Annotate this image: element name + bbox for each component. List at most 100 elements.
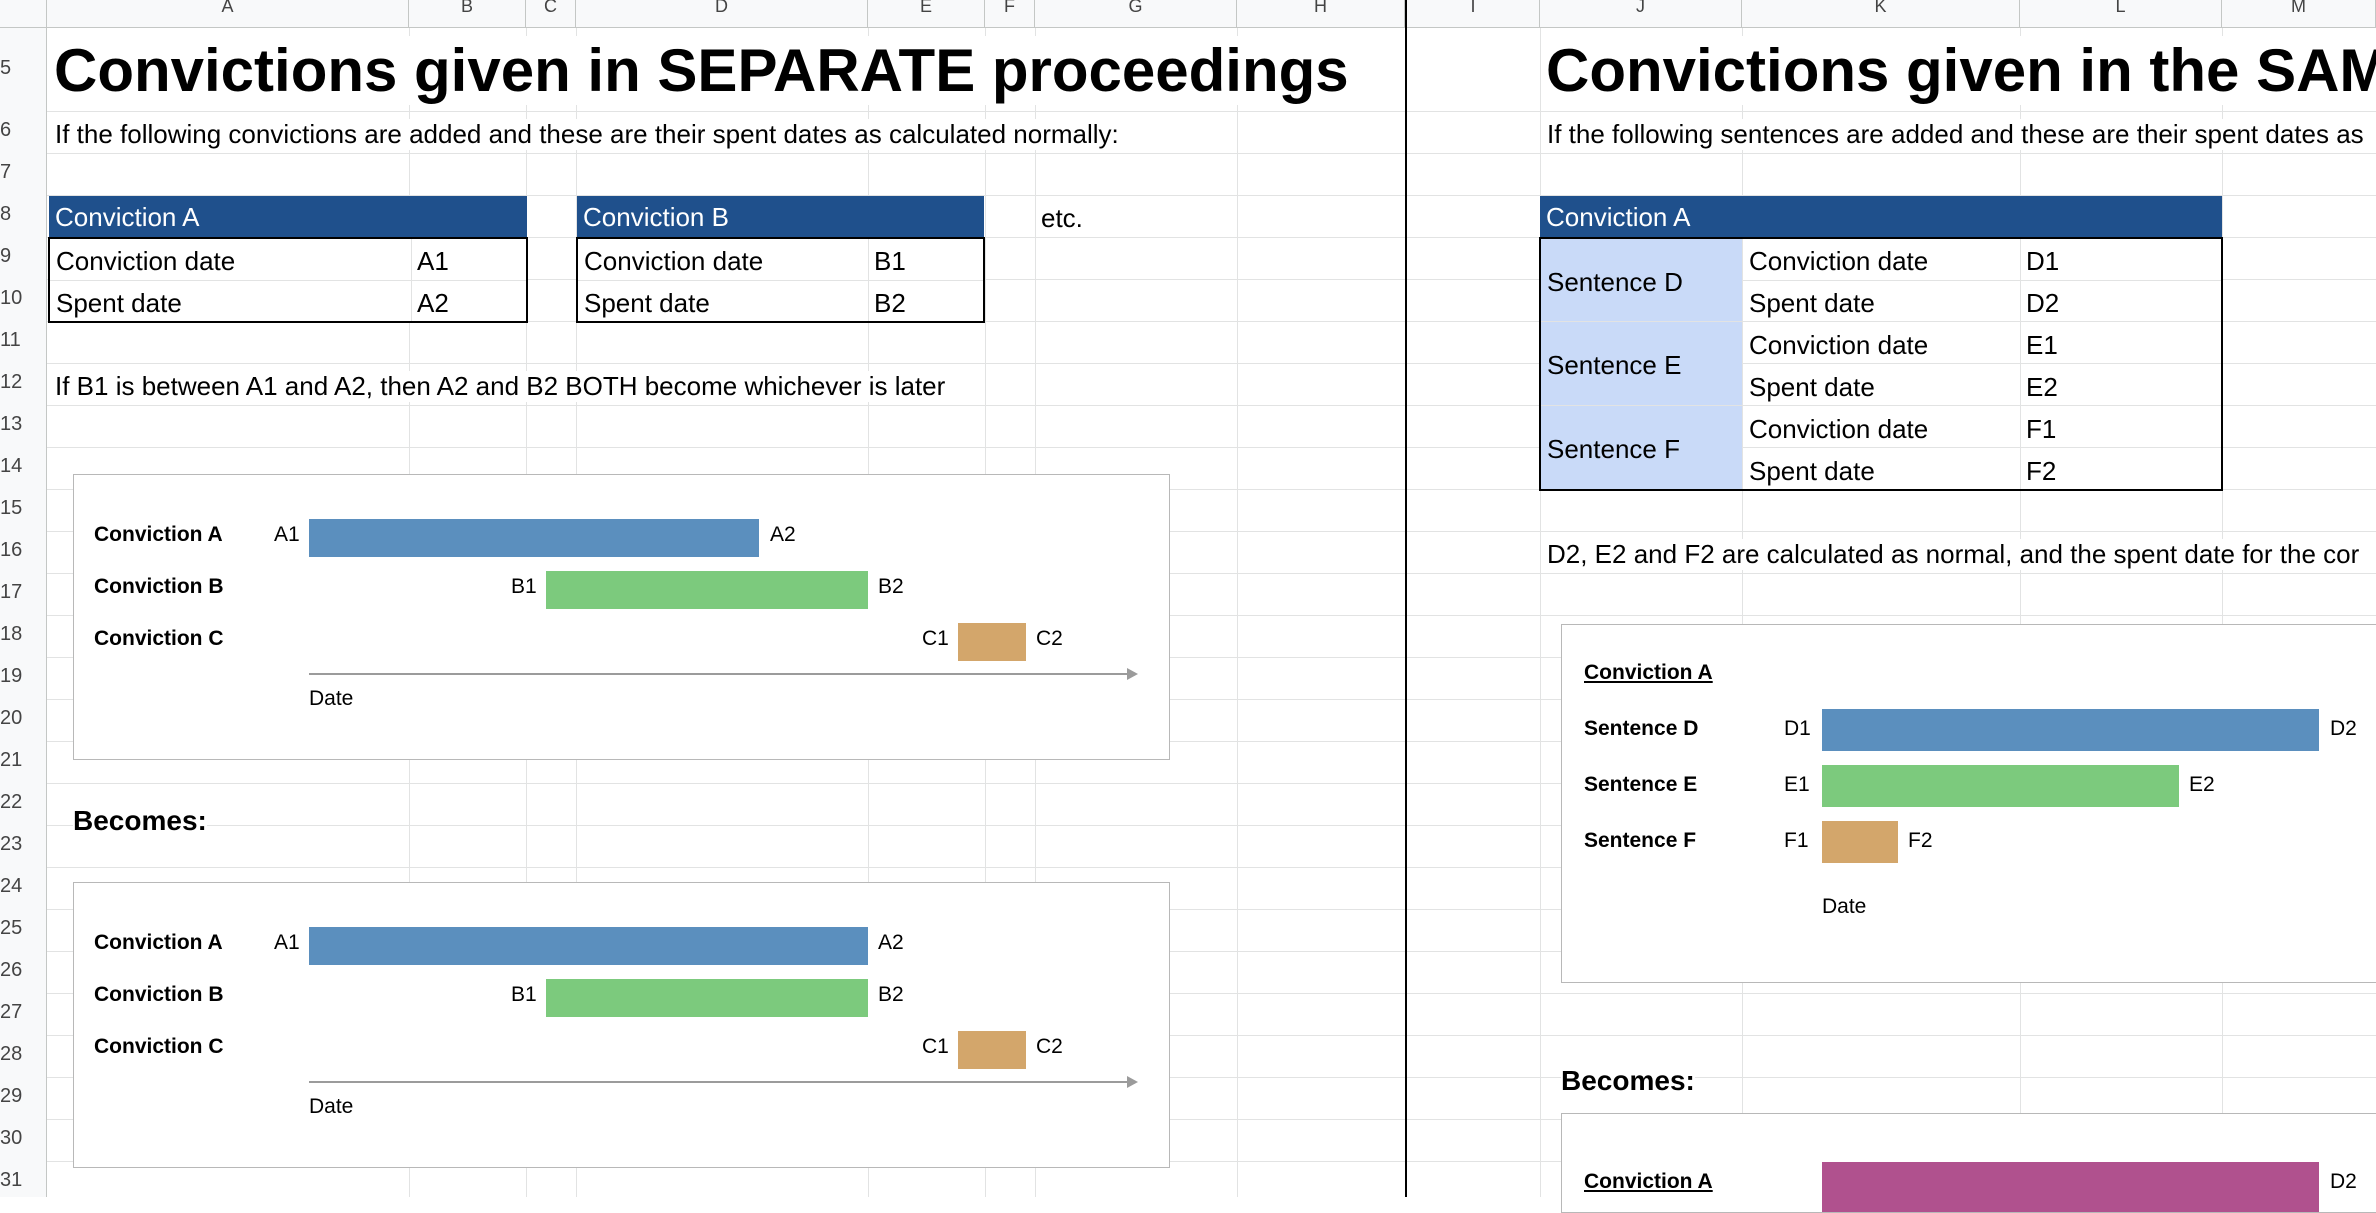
column-header-bar: A B C D E F G H I J K L M xyxy=(0,0,2376,28)
row-header[interactable]: 12 xyxy=(0,371,46,394)
table-cell[interactable]: D2 xyxy=(2026,288,2059,319)
table-cell[interactable]: Conviction date xyxy=(1749,246,1928,277)
column-header-j[interactable]: J xyxy=(1540,0,1742,27)
row-header[interactable]: 30 xyxy=(0,1127,46,1150)
sentence-timeline-chart[interactable]: Conviction A Sentence D D1 D2 Sentence E… xyxy=(1561,624,2376,983)
table-cell[interactable]: F2 xyxy=(2026,456,2056,487)
row-header[interactable]: 6 xyxy=(0,119,46,142)
row-header[interactable]: 10 xyxy=(0,287,46,310)
column-header-h[interactable]: H xyxy=(1237,0,1405,27)
timeline-chart-after[interactable]: Conviction A A1 A2 Conviction B B1 B2 Co… xyxy=(73,882,1170,1168)
column-header-a[interactable]: A xyxy=(47,0,409,27)
end-label: C2 xyxy=(1036,627,1063,650)
end-label: F2 xyxy=(1908,829,1933,852)
table-a-cell[interactable]: Spent date xyxy=(56,288,182,319)
table-b-cell[interactable]: B2 xyxy=(874,288,906,319)
table-a-cell[interactable]: Conviction date xyxy=(56,246,235,277)
row-header[interactable]: 8 xyxy=(0,203,46,226)
row-header[interactable]: 18 xyxy=(0,623,46,646)
sentence-d-cell[interactable]: Sentence D xyxy=(1541,239,1742,321)
row-header[interactable]: 11 xyxy=(0,329,46,352)
column-header-b[interactable]: B xyxy=(409,0,526,27)
start-label: E1 xyxy=(1784,773,1810,796)
axis-arrow-icon xyxy=(1127,1076,1138,1088)
timeline-chart-before[interactable]: Conviction A A1 A2 Conviction B B1 B2 Co… xyxy=(73,474,1170,760)
table-cell[interactable]: E2 xyxy=(2026,372,2058,403)
end-label: A2 xyxy=(770,523,796,546)
table-cell[interactable]: E1 xyxy=(2026,330,2058,361)
row-header[interactable]: 25 xyxy=(0,917,46,940)
column-header-i[interactable]: I xyxy=(1407,0,1540,27)
table-cell[interactable]: Conviction date xyxy=(1749,330,1928,361)
row-header[interactable]: 21 xyxy=(0,749,46,772)
row-header[interactable]: 14 xyxy=(0,455,46,478)
chart-heading: Conviction A xyxy=(1584,1170,1713,1193)
table-a-header[interactable]: Conviction A xyxy=(49,196,527,238)
date-axis xyxy=(309,673,1129,675)
column-header-g[interactable]: G xyxy=(1035,0,1237,27)
column-header-e[interactable]: E xyxy=(868,0,985,27)
frozen-columns-divider[interactable] xyxy=(1405,0,1407,1197)
start-label: B1 xyxy=(511,983,537,1006)
row-header[interactable]: 24 xyxy=(0,875,46,898)
right-table-header[interactable]: Conviction A xyxy=(1540,196,2222,238)
column-header-k[interactable]: K xyxy=(1742,0,2020,27)
conviction-c-bar xyxy=(958,623,1026,661)
table-b-cell[interactable]: B1 xyxy=(874,246,906,277)
sentence-d-bar xyxy=(1822,709,2319,751)
start-label: C1 xyxy=(922,627,949,650)
table-b-cell[interactable]: Conviction date xyxy=(584,246,763,277)
select-all-corner[interactable] xyxy=(0,0,47,28)
row-header[interactable]: 28 xyxy=(0,1043,46,1066)
left-intro: If the following convictions are added a… xyxy=(55,119,1119,150)
sentence-e-cell[interactable]: Sentence E xyxy=(1541,322,1742,405)
column-header-f[interactable]: F xyxy=(985,0,1035,27)
table-a-header-label: Conviction A xyxy=(55,202,200,232)
row-header[interactable]: 17 xyxy=(0,581,46,604)
start-label: D1 xyxy=(1784,717,1811,740)
table-cell[interactable]: F1 xyxy=(2026,414,2056,445)
row-header[interactable]: 27 xyxy=(0,1001,46,1024)
row-header[interactable]: 15 xyxy=(0,497,46,520)
etc-text: etc. xyxy=(1041,203,1083,234)
table-cell[interactable]: Spent date xyxy=(1749,456,1875,487)
row-header[interactable]: 20 xyxy=(0,707,46,730)
chart-row-label: Conviction B xyxy=(94,575,224,598)
row-header[interactable]: 31 xyxy=(0,1169,46,1192)
row-header[interactable]: 13 xyxy=(0,413,46,436)
sentence-f-cell[interactable]: Sentence F xyxy=(1541,406,1742,489)
table-cell[interactable]: Conviction date xyxy=(1749,414,1928,445)
table-b-cell[interactable]: Spent date xyxy=(584,288,710,319)
chart-row-label: Sentence D xyxy=(1584,717,1699,740)
row-header[interactable]: 9 xyxy=(0,245,46,268)
row-header[interactable]: 29 xyxy=(0,1085,46,1108)
table-cell[interactable]: Spent date xyxy=(1749,288,1875,319)
row-header[interactable]: 26 xyxy=(0,959,46,982)
end-label: A2 xyxy=(878,931,904,954)
chart-row-label: Conviction C xyxy=(94,627,224,650)
table-a: Conviction date A1 Spent date A2 xyxy=(48,237,528,323)
table-a-cell[interactable]: A1 xyxy=(417,246,449,277)
end-label: E2 xyxy=(2189,773,2215,796)
sentence-timeline-chart-after[interactable]: Conviction A D2 xyxy=(1561,1113,2376,1213)
table-cell[interactable]: D1 xyxy=(2026,246,2059,277)
sentence-e-bar xyxy=(1822,765,2179,807)
column-header-l[interactable]: L xyxy=(2020,0,2222,27)
row-header[interactable]: 19 xyxy=(0,665,46,688)
table-a-cell[interactable]: A2 xyxy=(417,288,449,319)
column-header-d[interactable]: D xyxy=(576,0,868,27)
row-header[interactable]: 5 xyxy=(0,57,46,80)
row-header[interactable]: 7 xyxy=(0,161,46,184)
row-header[interactable]: 16 xyxy=(0,539,46,562)
column-header-c[interactable]: C xyxy=(526,0,576,27)
axis-label: Date xyxy=(309,1095,354,1118)
column-header-m[interactable]: M xyxy=(2222,0,2376,27)
table-b-header[interactable]: Conviction B xyxy=(577,196,984,238)
row-header[interactable]: 23 xyxy=(0,833,46,856)
table-b: Conviction date B1 Spent date B2 xyxy=(576,237,985,323)
chart-row-label: Conviction A xyxy=(94,931,223,954)
right-becomes-label: Becomes: xyxy=(1561,1065,1695,1097)
table-cell[interactable]: Spent date xyxy=(1749,372,1875,403)
row-header[interactable]: 22 xyxy=(0,791,46,814)
combined-sentence-bar xyxy=(1822,1162,2319,1212)
